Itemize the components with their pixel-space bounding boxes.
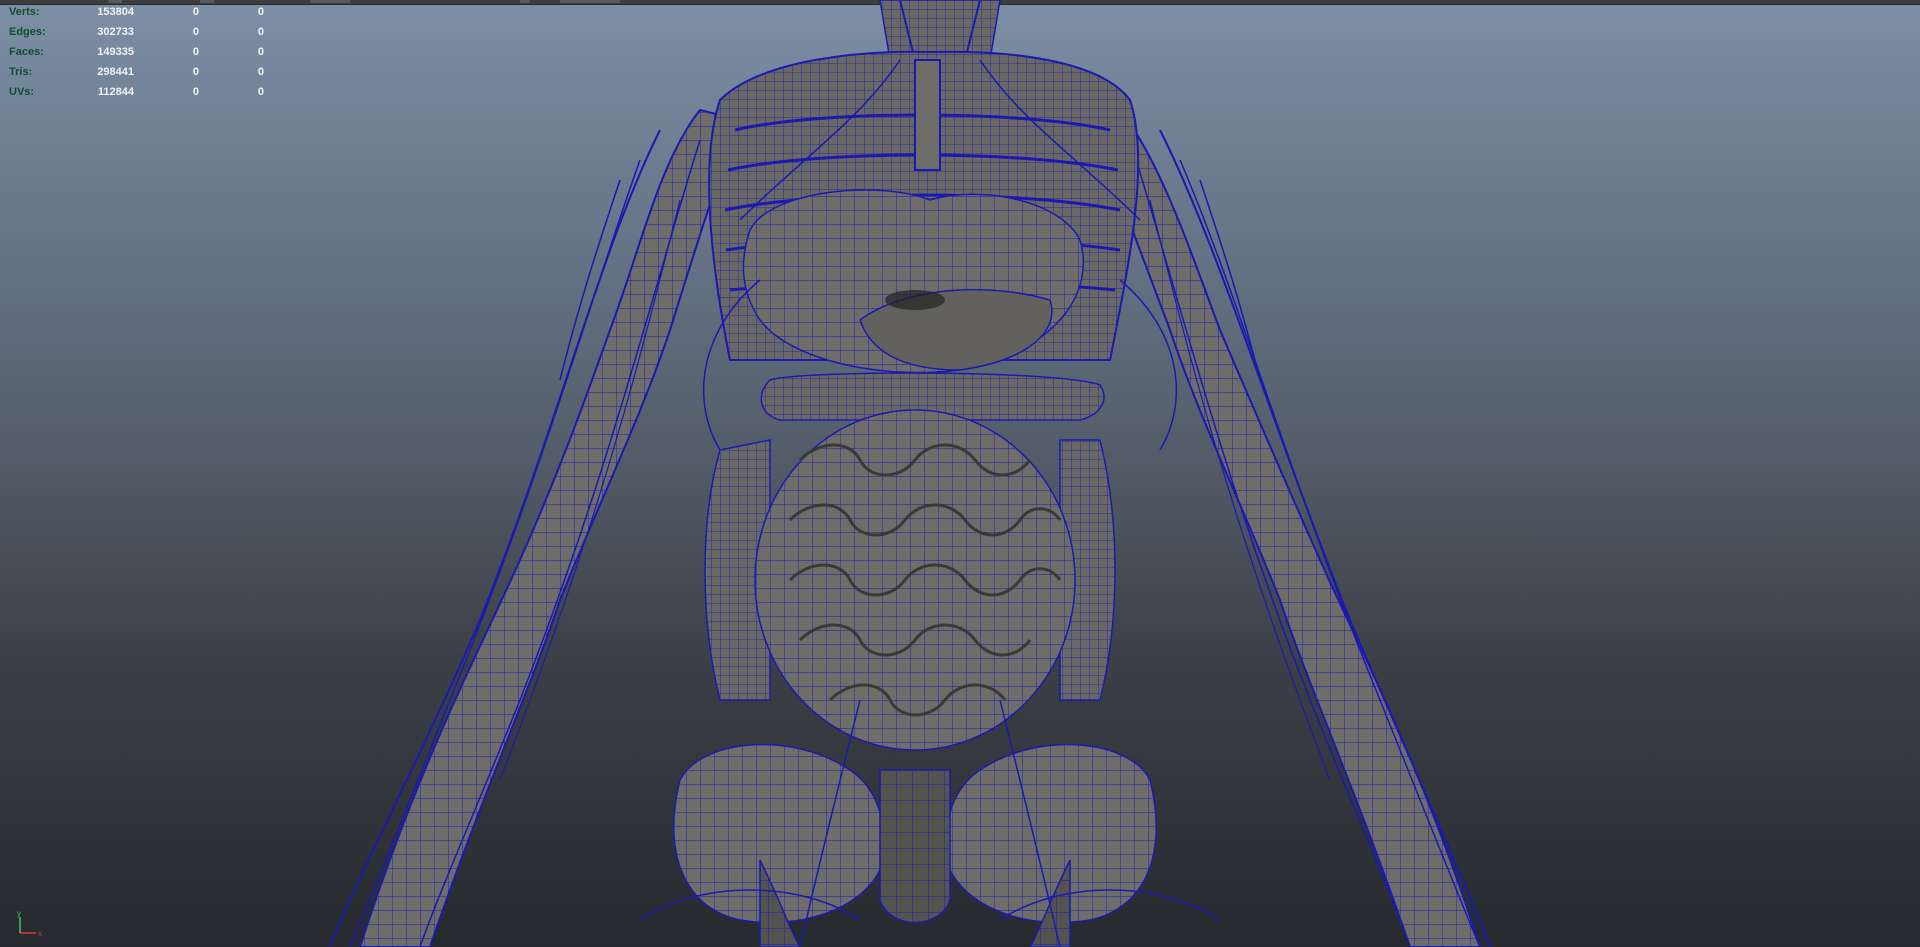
hud-value-total: 302733: [97, 26, 134, 38]
upper-organs[interactable]: [742, 189, 1085, 374]
hud-row-uvs: UVs: 112844 0 0: [9, 82, 279, 102]
hud-value-selected: 0: [192, 46, 199, 58]
hud-value-selected: 0: [192, 86, 199, 98]
axis-gizmo: y x: [17, 909, 42, 938]
hud-label: Verts:: [9, 6, 40, 18]
hud-row-edges: Edges: 302733 0 0: [9, 22, 279, 42]
x-axis-label: x: [38, 929, 42, 938]
hud-value-extra: 0: [257, 6, 264, 18]
pelvis[interactable]: [672, 743, 1158, 947]
hud-value-selected: 0: [192, 6, 199, 18]
hud-label: UVs:: [9, 86, 35, 98]
model-render[interactable]: [0, 0, 1920, 947]
hud-value-total: 149335: [97, 46, 134, 58]
hud-row-faces: Faces: 149335 0 0: [9, 42, 279, 62]
hud-value-selected: 0: [192, 26, 199, 38]
hud-value-extra: 0: [257, 86, 264, 98]
poly-count-hud: Verts: 153804 0 0 Edges: 302733 0 0 Face…: [9, 2, 279, 102]
hud-row-verts: Verts: 153804 0 0: [9, 2, 279, 22]
hud-value-total: 153804: [97, 6, 134, 18]
y-axis-label: y: [17, 909, 21, 918]
hud-value-extra: 0: [257, 46, 264, 58]
hud-value-extra: 0: [257, 26, 264, 38]
viewport-3d[interactable]: Verts: 153804 0 0 Edges: 302733 0 0 Face…: [0, 0, 1920, 947]
hud-label: Edges:: [9, 26, 46, 38]
hud-value-extra: 0: [257, 66, 264, 78]
hud-value-selected: 0: [192, 66, 199, 78]
small-intestine[interactable]: [754, 409, 1076, 751]
hud-label: Faces:: [9, 46, 44, 58]
hud-value-total: 112844: [97, 86, 134, 98]
hud-label: Tris:: [9, 66, 33, 78]
hud-row-tris: Tris: 298441 0 0: [9, 62, 279, 82]
hud-value-total: 298441: [97, 66, 134, 78]
